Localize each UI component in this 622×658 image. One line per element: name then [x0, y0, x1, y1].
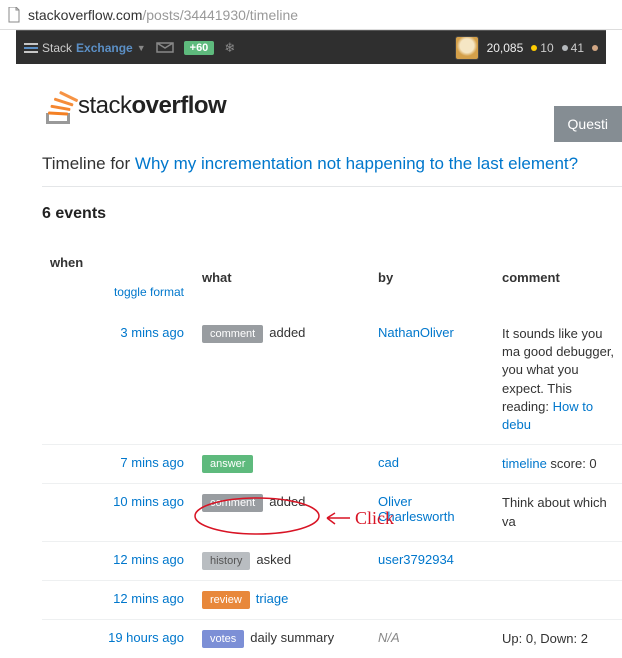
so-logo-icon — [42, 88, 74, 124]
bronze-badges[interactable] — [592, 45, 598, 51]
timeline-row: 12 mins ago history asked user3792934 — [42, 541, 622, 580]
timeline-table: when toggle format what by comment 3 min… — [42, 247, 622, 658]
col-when: when toggle format — [42, 247, 196, 315]
reputation-change-badge[interactable]: +60 — [184, 41, 215, 55]
se-topbar: Stack Exchange ▼ +60 ❄ 20,085 10 41 — [16, 30, 606, 64]
gold-badge-dot — [531, 45, 537, 51]
se-exchange-text: Exchange — [76, 41, 133, 55]
event-action: daily summary — [250, 630, 334, 645]
divider — [42, 186, 622, 187]
event-type-tag: comment — [202, 325, 263, 343]
event-by-na: N/A — [378, 630, 400, 645]
col-what: what — [196, 247, 372, 315]
user-link[interactable]: user3792934 — [378, 552, 454, 567]
time-link[interactable]: 12 mins ago — [113, 591, 184, 606]
event-comment: Think about which va — [496, 484, 622, 541]
url-path: /posts/34441930/timeline — [142, 7, 298, 23]
silver-badges[interactable]: 41 — [562, 41, 584, 55]
chevron-down-icon: ▼ — [137, 43, 146, 53]
event-comment: timeline score: 0 — [496, 445, 622, 484]
stackoverflow-logo[interactable]: stackoverflow — [42, 88, 622, 124]
event-comment — [496, 541, 622, 580]
events-count: 6 events — [42, 205, 622, 223]
user-link[interactable]: NathanOliver — [378, 325, 454, 340]
time-link[interactable]: 7 mins ago — [120, 455, 184, 470]
event-type-tag: history — [202, 552, 250, 570]
event-comment — [496, 580, 622, 619]
event-type-tag: comment — [202, 494, 263, 512]
timeline-prefix: Timeline for — [42, 154, 135, 173]
col-comment: comment — [496, 247, 622, 315]
stackexchange-dropdown[interactable]: Stack Exchange ▼ — [24, 41, 146, 55]
user-link[interactable]: Oliver Charlesworth — [378, 494, 455, 524]
browser-url-bar[interactable]: stackoverflow.com/posts/34441930/timelin… — [0, 0, 622, 30]
time-link[interactable]: 10 mins ago — [113, 494, 184, 509]
event-type-tag: votes — [202, 630, 244, 648]
page-icon — [6, 7, 22, 23]
event-action: added — [269, 494, 305, 509]
timeline-row: 7 mins ago answer cad timeline score: 0 — [42, 445, 622, 484]
url-host: stackoverflow.com — [28, 7, 142, 23]
timeline-row: 10 mins ago comment added Oliver Charleswor… — [42, 484, 622, 541]
user-reputation[interactable]: 20,085 — [487, 41, 524, 55]
col-by: by — [372, 247, 496, 315]
se-stack-text: Stack — [42, 41, 72, 55]
event-action-link[interactable]: triage — [256, 591, 289, 606]
timeline-row: 12 mins ago review triage — [42, 580, 622, 619]
silver-badge-dot — [562, 45, 568, 51]
gold-badges[interactable]: 10 — [531, 41, 553, 55]
event-type-tag: answer — [202, 455, 253, 473]
comment-link[interactable]: How to debu — [502, 399, 593, 432]
bronze-badge-dot — [592, 45, 598, 51]
time-link[interactable]: 12 mins ago — [113, 552, 184, 567]
question-title-link[interactable]: Why my incrementation not happening to t… — [135, 154, 578, 173]
inbox-icon[interactable] — [156, 40, 174, 56]
winterbash-icon[interactable]: ❄ — [224, 40, 235, 56]
toggle-format-link[interactable]: toggle format — [50, 285, 184, 299]
timeline-row: 3 mins ago comment added NathanOliver It sou… — [42, 315, 622, 445]
event-comment: Up: 0, Down: 2 — [496, 619, 622, 658]
event-action: asked — [256, 552, 291, 567]
questions-button[interactable]: Questi — [554, 106, 622, 142]
user-link[interactable]: cad — [378, 455, 399, 470]
time-link[interactable]: 19 hours ago — [108, 630, 184, 645]
timeline-link[interactable]: timeline — [502, 456, 547, 471]
event-type-tag: review — [202, 591, 250, 609]
se-logo-icon — [24, 43, 38, 53]
event-action: added — [269, 325, 305, 340]
user-avatar[interactable] — [455, 36, 479, 60]
logo-overflow: overflow — [132, 92, 227, 119]
logo-stack: stack — [78, 92, 132, 119]
time-link[interactable]: 3 mins ago — [120, 325, 184, 340]
timeline-row: 19 hours ago votes daily summary N/A Up: 0, … — [42, 619, 622, 658]
event-comment: It sounds like you ma good debugger, you… — [496, 315, 622, 445]
page-title: Timeline for Why my incrementation not h… — [42, 154, 622, 174]
